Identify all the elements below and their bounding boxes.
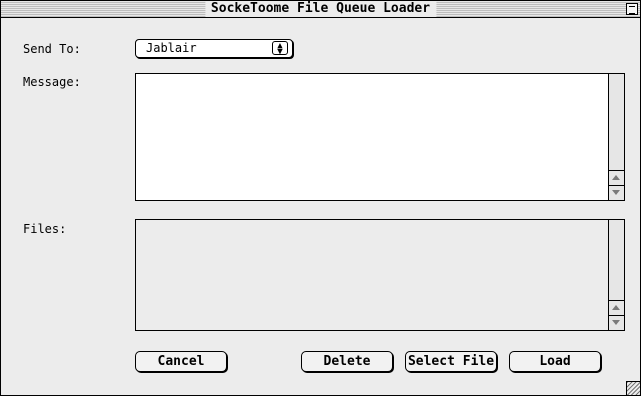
zoom-box-icon[interactable]: [626, 3, 638, 15]
scroll-up-arrow-icon[interactable]: [609, 170, 624, 185]
send-to-selected-value: Jablair: [146, 41, 197, 55]
scroll-up-arrow-icon[interactable]: [609, 300, 624, 315]
message-label: Message:: [23, 75, 81, 89]
title-bar[interactable]: SockeToome File Queue Loader: [1, 1, 640, 18]
select-file-button[interactable]: Select File: [405, 351, 497, 372]
send-to-label: Send To:: [23, 42, 81, 56]
delete-button[interactable]: Delete: [301, 351, 393, 372]
files-label: Files:: [23, 222, 67, 236]
message-textarea[interactable]: [135, 73, 625, 201]
window-title: SockeToome File Queue Loader: [204, 1, 437, 17]
files-list[interactable]: [135, 219, 625, 331]
message-scrollbar[interactable]: [608, 74, 624, 200]
files-scrollbar[interactable]: [608, 220, 624, 330]
resize-grip-icon[interactable]: [626, 381, 640, 395]
up-down-arrow-icon: ▲ ▼: [272, 41, 288, 57]
scroll-down-arrow-icon[interactable]: [609, 185, 624, 200]
load-button[interactable]: Load: [509, 351, 601, 372]
dialog-window: SockeToome File Queue Loader Send To: Ja…: [0, 0, 641, 396]
scroll-down-arrow-icon[interactable]: [609, 315, 624, 330]
send-to-popup[interactable]: Jablair ▲ ▼: [135, 39, 293, 58]
cancel-button[interactable]: Cancel: [135, 351, 227, 372]
